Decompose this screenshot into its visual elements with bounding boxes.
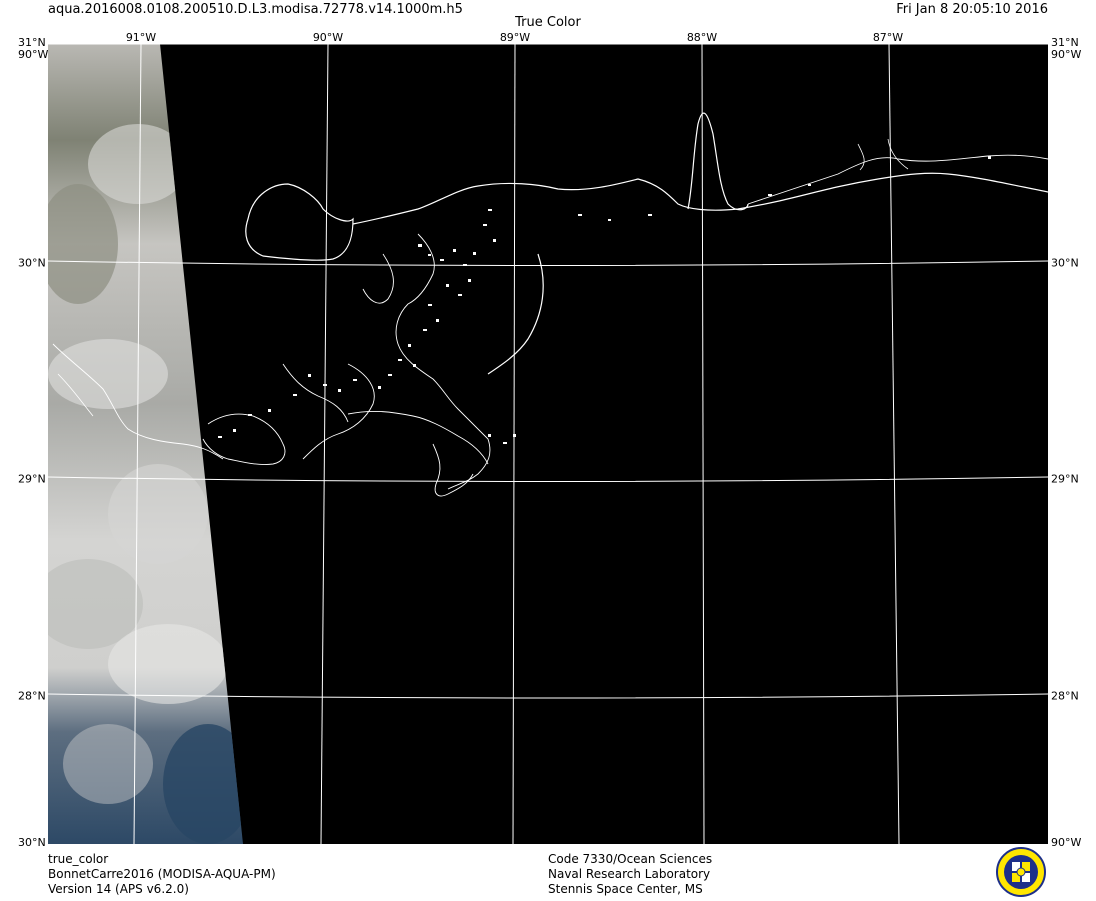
corner-label-top-left-lon: 90°W bbox=[18, 48, 49, 61]
org-code: Code 7330/Ocean Sciences bbox=[548, 852, 713, 866]
product-name: true_color bbox=[48, 852, 109, 866]
lat-label-left-28n: 28°N bbox=[18, 689, 46, 703]
satellite-map[interactable] bbox=[48, 44, 1048, 844]
lon-label-90w: 90°W bbox=[312, 31, 344, 44]
lon-label-87w: 87°W bbox=[872, 31, 904, 44]
product-title: True Color bbox=[515, 15, 581, 30]
lon-label-88w: 88°W bbox=[686, 31, 718, 44]
corner-label-bottom-right: 90°W bbox=[1051, 836, 1082, 849]
lat-label-right-30n: 30°N bbox=[1051, 256, 1079, 270]
version-info: Version 14 (APS v6.2.0) bbox=[48, 882, 189, 896]
lon-label-91w: 91°W bbox=[125, 31, 157, 44]
corner-label-top-right-lon: 90°W bbox=[1051, 48, 1082, 61]
nrl-logo-icon bbox=[996, 847, 1046, 897]
coastline bbox=[52, 112, 1048, 497]
corner-label-bottom-left: 30°N bbox=[18, 836, 46, 849]
lon-label-89w: 89°W bbox=[499, 31, 531, 44]
dataset-name: BonnetCarre2016 (MODISA-AQUA-PM) bbox=[48, 867, 276, 881]
organization-info: Code 7330/Ocean Sciences Naval Research … bbox=[548, 852, 712, 897]
product-info: true_color BonnetCarre2016 (MODISA-AQUA-… bbox=[48, 852, 276, 897]
lat-label-right-28n: 28°N bbox=[1051, 689, 1079, 703]
lat-label-right-29n: 29°N bbox=[1051, 472, 1079, 486]
lat-label-left-30n: 30°N bbox=[18, 256, 46, 270]
map-canvas bbox=[48, 44, 1048, 844]
org-name: Naval Research Laboratory bbox=[548, 867, 711, 881]
lat-label-left-29n: 29°N bbox=[18, 472, 46, 486]
org-location: Stennis Space Center, MS bbox=[548, 882, 703, 896]
marsh-detail bbox=[218, 156, 991, 444]
satellite-swath bbox=[48, 44, 243, 844]
